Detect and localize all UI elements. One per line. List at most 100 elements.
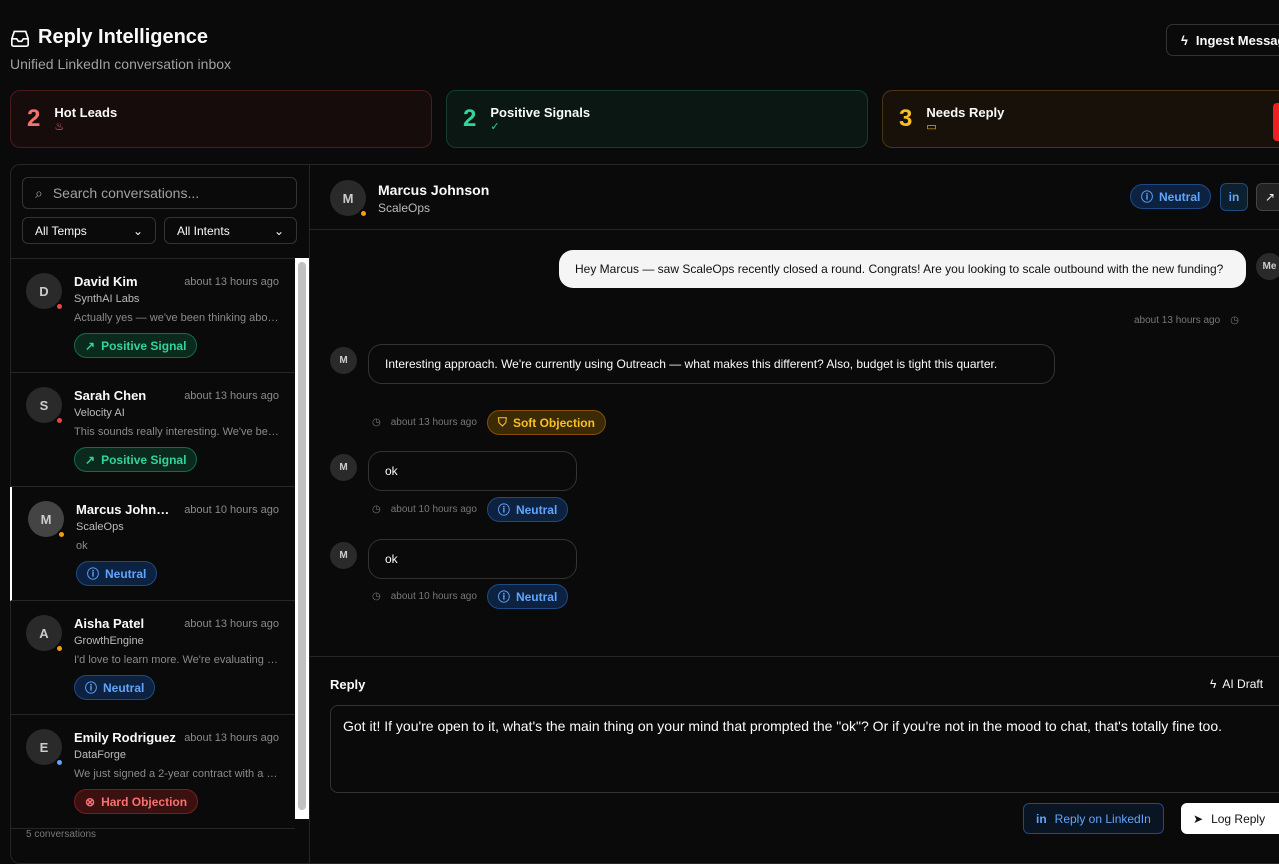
search-icon: ⌕ xyxy=(35,184,43,201)
search-input[interactable]: ⌕ Search conversations... xyxy=(22,177,297,209)
avatar: D xyxy=(26,273,64,311)
stat-label: Positive Signals xyxy=(490,105,591,120)
lightning-icon: ϟ xyxy=(1181,32,1188,48)
lightning-icon: ϟ xyxy=(1210,677,1217,691)
incoming-message: Interesting approach. We're currently us… xyxy=(368,344,1055,384)
intent-badge: ⓘ Neutral xyxy=(1130,184,1212,209)
stat-needs-reply[interactable]: 3 Needs Reply ▭ xyxy=(882,90,1279,148)
avatar: A xyxy=(26,615,64,653)
check-circle-icon: ✓ xyxy=(490,121,500,133)
help-circle-icon: ⓘ xyxy=(497,590,510,604)
contact-name: Aisha Patel xyxy=(74,616,145,631)
company: SynthAI Labs xyxy=(74,293,140,305)
timestamp: about 13 hours ago xyxy=(184,732,279,744)
preview: This sounds really interesting. We've be… xyxy=(74,426,279,438)
preview: We just signed a 2-year contract with a … xyxy=(74,768,279,780)
message-meta: ◷ about 10 hours ago ⓘ Neutral xyxy=(372,497,569,522)
company: GrowthEngine xyxy=(74,635,144,647)
incoming-message: ok xyxy=(368,539,577,579)
contact-name: Marcus Johnson xyxy=(76,502,176,517)
message-meta: ◷ about 13 hours ago ⛉ Soft Objection xyxy=(372,410,606,435)
contact-name: David Kim xyxy=(74,274,138,289)
timestamp: about 13 hours ago xyxy=(184,276,279,288)
temp-dot xyxy=(57,530,66,539)
chevron-down-icon: ⌄ xyxy=(273,223,284,238)
flame-icon: ♨ xyxy=(54,121,65,133)
company: DataForge xyxy=(74,749,126,761)
page-subtitle: Unified LinkedIn conversation inbox xyxy=(10,56,232,72)
reply-on-linkedin-button[interactable]: in Reply on LinkedIn xyxy=(1023,803,1164,834)
company: ScaleOps xyxy=(76,521,124,533)
contact-company: ScaleOps xyxy=(378,201,431,215)
preview: ok xyxy=(76,540,88,552)
stat-hot-leads[interactable]: 2 Hot Leads ♨ xyxy=(10,90,432,148)
outgoing-message: Hey Marcus — saw ScaleOps recently close… xyxy=(559,250,1246,288)
conversation-item[interactable]: D David Kim about 13 hours ago SynthAI Labs… xyxy=(10,259,295,373)
ai-draft-button[interactable]: ϟ AI Draft xyxy=(1210,677,1263,691)
linkedin-icon: in xyxy=(1036,811,1047,826)
conversation-item[interactable]: A Aisha Patel about 13 hours ago GrowthEngi… xyxy=(10,601,295,715)
timestamp: about 10 hours ago xyxy=(184,504,279,516)
company: Velocity AI xyxy=(74,407,125,419)
stat-value: 3 xyxy=(899,105,913,132)
trending-up-icon: ↗ xyxy=(85,338,96,353)
avatar: M xyxy=(28,501,66,539)
my-avatar: Me xyxy=(1256,253,1279,280)
conversation-item-selected[interactable]: M Marcus Johnson about 10 hours ago ScaleOp… xyxy=(10,487,295,601)
stat-value: 2 xyxy=(27,105,41,132)
stat-value: 2 xyxy=(463,105,477,132)
intent-badge: ⓘ Neutral xyxy=(486,497,569,522)
message-icon: ▭ xyxy=(926,121,937,133)
inbox-icon xyxy=(11,30,29,47)
trending-up-icon-button[interactable]: ↗ xyxy=(1256,183,1279,211)
clock-icon: ◷ xyxy=(372,591,381,602)
temp-dot xyxy=(55,758,64,767)
trending-up-icon: ↗ xyxy=(85,452,96,467)
title-text: Reply Intelligence xyxy=(38,26,209,48)
temp-dot xyxy=(55,302,64,311)
log-reply-button[interactable]: ➤ Log Reply xyxy=(1181,803,1279,834)
list-scrollbar[interactable] xyxy=(295,258,309,819)
reply-textarea[interactable]: Got it! If you're open to it, what's the… xyxy=(330,705,1279,793)
intents-select[interactable]: All Intents ⌄ xyxy=(164,217,297,244)
timestamp: about 13 hours ago xyxy=(184,390,279,402)
chat-header: M Marcus Johnson ScaleOps ⓘ Neutral in ↗ xyxy=(310,165,1279,230)
linkedin-icon-button[interactable]: in xyxy=(1220,183,1248,211)
temps-value: All Temps xyxy=(35,223,87,238)
conversation-list: D David Kim about 13 hours ago SynthAI Labs… xyxy=(10,258,295,829)
intent-badge: ⓘ Neutral xyxy=(486,584,569,609)
reply-label: Reply xyxy=(330,677,366,692)
intent-badge: ⛉ Soft Objection xyxy=(486,410,606,435)
contact-name: Emily Rodriguez xyxy=(74,730,176,745)
ingest-messages-button[interactable]: ϟ Ingest Messages xyxy=(1166,24,1279,56)
incoming-message: ok xyxy=(368,451,577,491)
scrollbar-thumb[interactable] xyxy=(298,262,306,810)
stat-label: Needs Reply xyxy=(926,105,1005,120)
intents-value: All Intents xyxy=(177,223,230,238)
avatar: S xyxy=(26,387,64,425)
conversation-item[interactable]: S Sarah Chen about 13 hours ago Velocity AI… xyxy=(10,373,295,487)
help-circle-icon: ⓘ xyxy=(497,503,510,517)
conversation-item[interactable]: E Emily Rodriguez about 13 hours ago DataFo… xyxy=(10,715,295,829)
intent-badge: ⓘ Neutral xyxy=(76,561,158,586)
page-title: Reply Intelligence xyxy=(10,26,208,49)
temp-dot xyxy=(55,416,64,425)
clock-icon: ◷ xyxy=(1230,315,1239,326)
avatar: M xyxy=(330,454,357,481)
message-meta: about 13 hours ago ◷ xyxy=(1134,315,1239,326)
contact-name: Sarah Chen xyxy=(74,388,147,403)
avatar: M xyxy=(330,347,357,374)
timestamp: about 13 hours ago xyxy=(184,618,279,630)
stat-positive-signals[interactable]: 2 Positive Signals ✓ xyxy=(446,90,868,148)
avatar: M xyxy=(330,542,357,569)
intent-badge: ↗ Positive Signal xyxy=(74,447,198,472)
temps-select[interactable]: All Temps ⌄ xyxy=(22,217,156,244)
message-meta: ◷ about 10 hours ago ⓘ Neutral xyxy=(372,584,569,609)
help-circle-icon: ⓘ xyxy=(87,567,100,581)
clock-icon: ◷ xyxy=(372,417,381,428)
intent-badge: ⓘ Neutral xyxy=(74,675,156,700)
temp-dot xyxy=(55,644,64,653)
preview: Actually yes — we've been thinking about… xyxy=(74,312,279,324)
conversation-count: 5 conversations xyxy=(26,829,97,840)
avatar: M xyxy=(330,180,368,218)
